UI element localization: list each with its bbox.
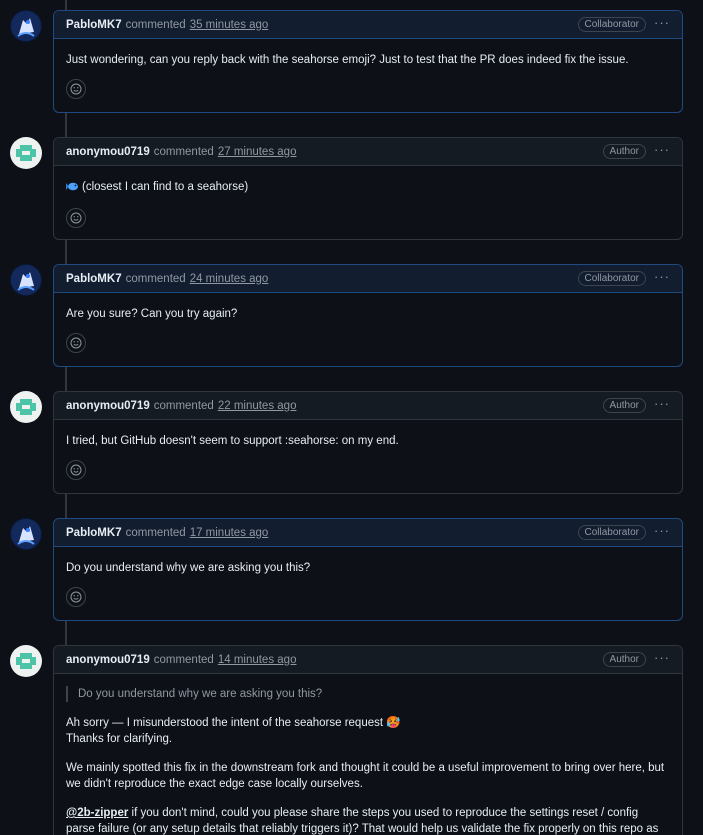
comment-text: I tried, but GitHub doesn't seem to supp… — [66, 435, 399, 447]
timestamp-link[interactable]: 22 minutes ago — [218, 400, 297, 412]
smiley-icon[interactable] — [66, 208, 86, 228]
smiley-icon[interactable] — [66, 587, 86, 607]
paragraph: @2b-zipper if you don't mind, could you … — [66, 805, 670, 835]
smiley-icon[interactable] — [66, 333, 86, 353]
comment-header: anonymou0719 commented 14 minutes ago Au… — [54, 646, 682, 674]
paragraph: We mainly spotted this fix in the downst… — [66, 762, 665, 790]
comment-box: anonymou0719 commented 14 minutes ago Au… — [53, 645, 683, 835]
avatar[interactable] — [10, 391, 42, 423]
author-link[interactable]: PabloMK7 — [66, 19, 122, 31]
comment-body: Do you understand why we are asking you … — [54, 674, 682, 835]
comment-text: if you don't mind, could you please shar… — [66, 807, 659, 835]
blockquote: Do you understand why we are asking you … — [66, 686, 670, 702]
comment-header: PabloMK7 commented 17 minutes ago Collab… — [54, 519, 682, 547]
comment-text: Ah sorry — I misunderstood the intent of… — [66, 717, 401, 729]
timestamp-link[interactable]: 27 minutes ago — [218, 146, 297, 158]
comment-header: anonymou0719 commented 27 minutes ago Au… — [54, 138, 682, 166]
paragraph: Ah sorry — I misunderstood the intent of… — [66, 715, 670, 747]
comment-verb: commented — [125, 272, 186, 285]
role-badge: Author — [602, 144, 646, 159]
timestamp-link[interactable]: 24 minutes ago — [190, 273, 269, 285]
timestamp-link[interactable]: 17 minutes ago — [190, 527, 269, 539]
author-link[interactable]: anonymou0719 — [66, 654, 150, 666]
comment-verb: commented — [125, 526, 186, 539]
comment-text: Do you understand why we are asking you … — [66, 562, 311, 574]
comment-text: (closest I can find to a seahorse) — [82, 181, 249, 193]
comment-verb: commented — [153, 653, 214, 666]
author-link[interactable]: anonymou0719 — [66, 400, 150, 412]
comment-box: PabloMK7 commented 17 minutes ago Collab… — [53, 518, 683, 621]
avatar[interactable] — [10, 137, 42, 169]
comment-header: PabloMK7 commented 35 minutes ago Collab… — [54, 11, 682, 39]
comment-header: PabloMK7 commented 24 minutes ago Collab… — [54, 265, 682, 293]
comment-verb: commented — [125, 18, 186, 31]
avatar[interactable] — [10, 645, 42, 677]
timestamp-link[interactable]: 14 minutes ago — [218, 654, 297, 666]
author-link[interactable]: PabloMK7 — [66, 273, 122, 285]
comment-timeline: PabloMK7 commented 35 minutes ago Collab… — [0, 0, 703, 835]
comment-body: Are you sure? Can you try again? — [54, 293, 682, 322]
kebab-horizontal-icon[interactable]: ··· — [654, 524, 670, 538]
comment-verb: commented — [153, 145, 214, 158]
fish-emoji-icon — [66, 181, 79, 197]
author-link[interactable]: anonymou0719 — [66, 146, 150, 158]
author-link[interactable]: PabloMK7 — [66, 527, 122, 539]
role-badge: Collaborator — [577, 525, 646, 540]
comment-box: PabloMK7 commented 24 minutes ago Collab… — [53, 264, 683, 367]
comment-box: PabloMK7 commented 35 minutes ago Collab… — [53, 10, 683, 113]
kebab-horizontal-icon[interactable]: ··· — [654, 270, 670, 284]
smiley-icon[interactable] — [66, 79, 86, 99]
smiley-icon[interactable] — [66, 460, 86, 480]
comment-body: Do you understand why we are asking you … — [54, 547, 682, 576]
kebab-horizontal-icon[interactable]: ··· — [654, 16, 670, 30]
avatar[interactable] — [10, 264, 42, 296]
role-badge: Collaborator — [577, 17, 646, 32]
comment-text: Are you sure? Can you try again? — [66, 308, 238, 320]
comment-text: Thanks for clarifying. — [66, 733, 173, 745]
avatar[interactable] — [10, 518, 42, 550]
comment-body: I tried, but GitHub doesn't seem to supp… — [54, 420, 682, 449]
comment-text: Just wondering, can you reply back with … — [66, 54, 629, 66]
avatar[interactable] — [10, 10, 42, 42]
user-mention-link[interactable]: @2b-zipper — [66, 807, 128, 819]
timestamp-link[interactable]: 35 minutes ago — [190, 19, 269, 31]
role-badge: Collaborator — [577, 271, 646, 286]
role-badge: Author — [602, 652, 646, 667]
comment-box: anonymou0719 commented 27 minutes ago Au… — [53, 137, 683, 240]
comment-body: (closest I can find to a seahorse) — [54, 166, 682, 197]
comment-body: Just wondering, can you reply back with … — [54, 39, 682, 68]
comment-header: anonymou0719 commented 22 minutes ago Au… — [54, 392, 682, 420]
role-badge: Author — [602, 398, 646, 413]
kebab-horizontal-icon[interactable]: ··· — [654, 143, 670, 157]
kebab-horizontal-icon[interactable]: ··· — [654, 651, 670, 665]
comment-box: anonymou0719 commented 22 minutes ago Au… — [53, 391, 683, 494]
kebab-horizontal-icon[interactable]: ··· — [654, 397, 670, 411]
comment-verb: commented — [153, 399, 214, 412]
